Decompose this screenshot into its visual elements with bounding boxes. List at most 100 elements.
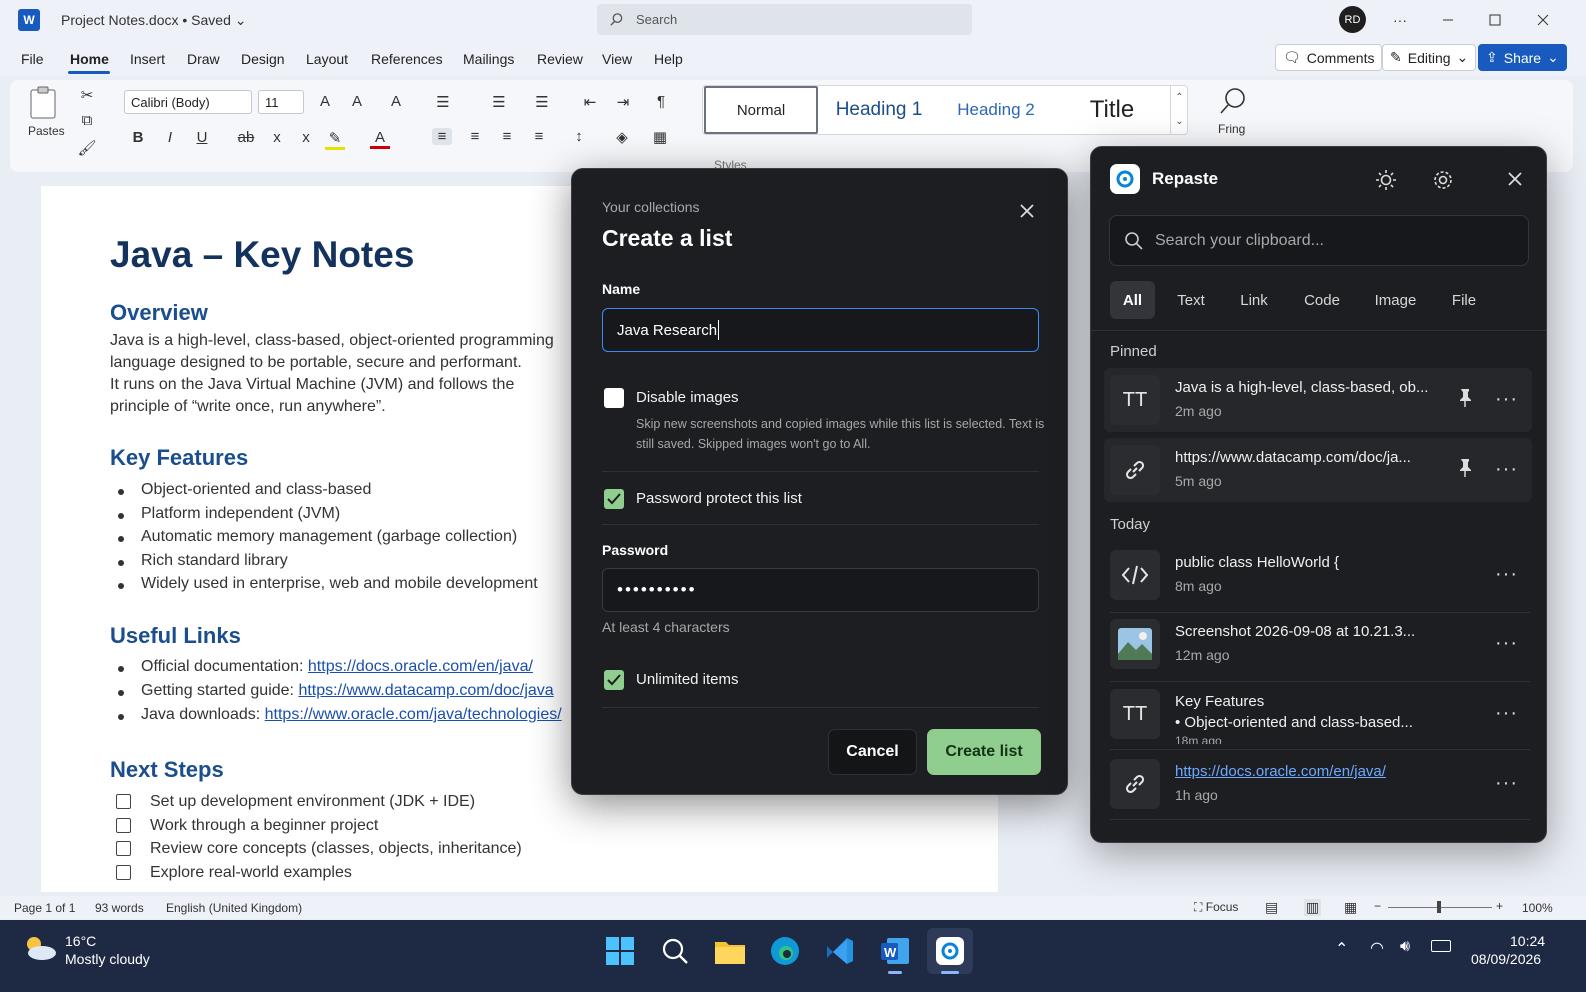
decrease-indent-icon[interactable]: ⇤ bbox=[580, 93, 600, 111]
menu-help[interactable]: Help bbox=[654, 51, 683, 67]
show-paragraph-icon[interactable]: ¶ bbox=[651, 93, 671, 110]
strikethrough-icon[interactable]: ab bbox=[236, 129, 256, 146]
increase-indent-icon[interactable]: ⇥ bbox=[613, 93, 633, 111]
align-center-icon[interactable]: ≡ bbox=[465, 128, 485, 145]
more-options-icon[interactable]: ··· bbox=[1495, 702, 1518, 725]
style-heading-2[interactable]: Heading 2 bbox=[939, 86, 1053, 134]
search-box[interactable]: Search bbox=[597, 4, 972, 35]
wifi-icon[interactable]: ◠ bbox=[1370, 938, 1384, 958]
edge-button[interactable] bbox=[762, 928, 808, 974]
menu-references[interactable]: References bbox=[371, 51, 443, 67]
web-layout-icon[interactable]: ▦ bbox=[1344, 899, 1357, 916]
checkbox[interactable] bbox=[116, 841, 131, 856]
maximize-button[interactable] bbox=[1483, 8, 1507, 32]
checkbox[interactable] bbox=[116, 794, 131, 809]
clock-time[interactable]: 10:24 bbox=[1510, 933, 1545, 949]
grow-font-icon[interactable]: A bbox=[315, 93, 335, 110]
clipboard-item[interactable]: https://www.datacamp.com/doc/ja... 5m ag… bbox=[1104, 438, 1532, 502]
paste-button[interactable]: Pastes bbox=[28, 86, 65, 138]
font-name-select[interactable]: Calibri (Body) bbox=[124, 90, 252, 114]
style-normal[interactable]: Normal bbox=[704, 86, 818, 134]
copy-icon[interactable]: ⧉ bbox=[77, 112, 97, 129]
menu-file[interactable]: File bbox=[21, 51, 44, 67]
borders-icon[interactable]: ▦ bbox=[650, 128, 670, 146]
more-options-icon[interactable]: ··· bbox=[1495, 563, 1518, 586]
shrink-font-icon[interactable]: A bbox=[347, 93, 367, 110]
word-taskbar-button[interactable]: W bbox=[872, 928, 918, 974]
align-left-icon[interactable]: ≡ bbox=[432, 128, 452, 145]
checkbox[interactable] bbox=[116, 865, 131, 880]
name-input[interactable]: Java Research bbox=[602, 308, 1039, 352]
underline-icon[interactable]: U bbox=[192, 129, 212, 146]
menu-insert[interactable]: Insert bbox=[130, 51, 165, 67]
clipboard-search-input[interactable]: Search your clipboard... bbox=[1109, 215, 1529, 266]
cancel-button[interactable]: Cancel bbox=[828, 729, 917, 775]
italic-icon[interactable]: I bbox=[160, 129, 180, 146]
menu-mailings[interactable]: Mailings bbox=[463, 51, 514, 67]
file-explorer-button[interactable] bbox=[707, 928, 753, 974]
more-options-icon[interactable]: ··· bbox=[1495, 458, 1518, 481]
repaste-taskbar-button[interactable] bbox=[927, 928, 973, 974]
editing-button[interactable]: ✎ Editing ⌄ bbox=[1382, 44, 1477, 71]
format-painter-icon[interactable]: 🖌 bbox=[77, 139, 97, 157]
read-mode-icon[interactable]: ▤ bbox=[1265, 899, 1278, 916]
more-options-icon[interactable]: ··· bbox=[1495, 772, 1518, 795]
comments-button[interactable]: 🗨 Comments bbox=[1275, 44, 1383, 71]
font-size-select[interactable]: 11 bbox=[258, 90, 304, 114]
disable-images-label[interactable]: Disable images bbox=[636, 389, 739, 406]
close-dialog-button[interactable] bbox=[1019, 203, 1035, 219]
superscript-icon[interactable]: x bbox=[296, 129, 316, 146]
subscript-icon[interactable]: x bbox=[267, 129, 287, 146]
close-panel-button[interactable] bbox=[1507, 171, 1523, 187]
cut-icon[interactable]: ✂ bbox=[77, 86, 97, 104]
pin-icon[interactable] bbox=[1458, 458, 1472, 478]
more-options-button[interactable]: ··· bbox=[1388, 8, 1412, 32]
close-window-button[interactable] bbox=[1531, 8, 1555, 32]
link-getting-started[interactable]: https://www.datacamp.com/doc/java bbox=[298, 682, 553, 699]
password-protect-checkbox[interactable] bbox=[604, 489, 624, 509]
start-button[interactable] bbox=[597, 928, 643, 974]
menu-home[interactable]: Home bbox=[70, 51, 109, 67]
share-button[interactable]: ⇪ Share ⌄ bbox=[1478, 44, 1567, 71]
clipboard-item[interactable]: public class HelloWorld { 8m ago ··· bbox=[1104, 543, 1532, 607]
zoom-out-icon[interactable]: − bbox=[1374, 899, 1381, 913]
menu-draw[interactable]: Draw bbox=[187, 51, 220, 67]
align-right-icon[interactable]: ≡ bbox=[497, 128, 517, 145]
multilevel-list-icon[interactable]: ☰ bbox=[532, 93, 552, 111]
clear-formatting-icon[interactable]: A bbox=[386, 93, 406, 110]
zoom-level[interactable]: 100% bbox=[1522, 901, 1553, 915]
bold-icon[interactable]: B bbox=[128, 129, 148, 146]
page-count[interactable]: Page 1 of 1 bbox=[14, 901, 75, 915]
line-spacing-icon[interactable]: ↕ bbox=[569, 128, 589, 145]
avatar[interactable]: RD bbox=[1339, 6, 1366, 33]
clipboard-item[interactable]: Screenshot 2026-09-08 at 10.21.3... 12m … bbox=[1104, 612, 1532, 676]
theme-toggle-button[interactable] bbox=[1375, 169, 1397, 191]
search-taskbar-button[interactable] bbox=[652, 928, 698, 974]
clipboard-item[interactable]: https://docs.oracle.com/en/java/ 1h ago … bbox=[1104, 752, 1532, 816]
menu-layout[interactable]: Layout bbox=[306, 51, 348, 67]
document-title[interactable]: Project Notes.docx • Saved ⌄ bbox=[61, 12, 247, 29]
bullets-icon[interactable]: ☰ bbox=[433, 93, 453, 111]
menu-view[interactable]: View bbox=[602, 51, 632, 67]
styles-scroll-arrows[interactable]: ⌃ ⌄ bbox=[1170, 86, 1188, 134]
clock-date[interactable]: 08/09/2026 bbox=[1471, 951, 1541, 967]
focus-button[interactable]: ⛶ Focus bbox=[1194, 900, 1238, 915]
tab-all[interactable]: All bbox=[1110, 281, 1155, 319]
clipboard-item[interactable]: TT Java is a high-level, class-based, ob… bbox=[1104, 368, 1532, 432]
more-options-icon[interactable]: ··· bbox=[1495, 388, 1518, 411]
battery-icon[interactable] bbox=[1431, 940, 1451, 952]
find-button[interactable]: Fring bbox=[1218, 86, 1248, 136]
disable-images-checkbox[interactable] bbox=[604, 388, 624, 408]
vscode-button[interactable] bbox=[817, 928, 863, 974]
justify-icon[interactable]: ≡ bbox=[529, 128, 549, 145]
clip-preview-link[interactable]: https://docs.oracle.com/en/java/ bbox=[1175, 763, 1386, 780]
password-input[interactable]: •••••••••• bbox=[602, 568, 1039, 612]
clipboard-item[interactable]: TT Key Features • Object-oriented and cl… bbox=[1104, 682, 1532, 746]
unlimited-items-label[interactable]: Unlimited items bbox=[636, 671, 739, 688]
shading-icon[interactable]: ◈ bbox=[612, 128, 632, 146]
style-title[interactable]: Title bbox=[1055, 86, 1169, 134]
numbering-icon[interactable]: ☰ bbox=[489, 93, 509, 111]
volume-icon[interactable]: 🔊︎ bbox=[1400, 938, 1410, 956]
zoom-in-icon[interactable]: + bbox=[1496, 899, 1503, 913]
tab-text[interactable]: Text bbox=[1169, 281, 1213, 319]
